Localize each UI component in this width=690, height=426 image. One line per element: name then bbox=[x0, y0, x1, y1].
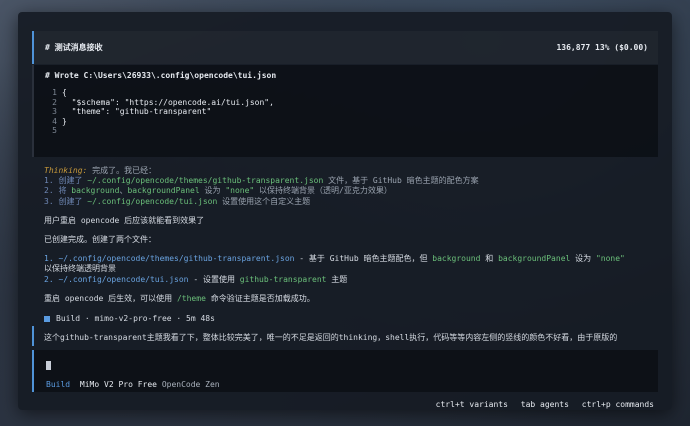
thinking-item-text: 设置使用这个自定义主题 bbox=[217, 196, 311, 206]
code-text: "theme": "github-transparent" bbox=[62, 107, 212, 117]
code-keyword: backgroundPanel bbox=[498, 254, 571, 264]
list-item: 2. ~/.config/opencode/tui.json - 设置使用 gi… bbox=[44, 275, 664, 285]
code-text: } bbox=[62, 116, 67, 126]
thinking-intro-text: 完成了。我已经： bbox=[87, 166, 157, 175]
restart-instruction: 重启 opencode 后生效，可以使用 /theme 命令验证主题是否加载成功… bbox=[44, 294, 664, 304]
list-text: - 基于 GitHub 暗色主题配色，但 bbox=[294, 254, 433, 264]
list-number: 2. bbox=[44, 274, 59, 284]
thinking-label: Thinking: bbox=[44, 166, 88, 175]
line-number: 4 bbox=[52, 116, 57, 126]
thinking-item-1: 1. 创建了 ~/.config/opencode/themes/github-… bbox=[44, 176, 664, 186]
thinking-item-prefix: 3. 创建了 bbox=[44, 196, 88, 206]
agents-hint[interactable]: tab agents bbox=[521, 400, 569, 409]
list-item: 1. ~/.config/opencode/themes/github-tran… bbox=[44, 254, 664, 264]
code-line: 4} bbox=[45, 117, 647, 127]
thinking-item-prefix: 1. 创建了 bbox=[44, 176, 88, 186]
tool-title: # Wrote C:\Users\26933\.config\opencode\… bbox=[45, 71, 277, 80]
list-number: 1. bbox=[44, 254, 59, 264]
code-keyword: background bbox=[432, 254, 481, 264]
code-keyword: "none" bbox=[225, 186, 255, 196]
file-path: ~/.config/opencode/tui.json bbox=[58, 274, 189, 284]
code-block: 1{ 2 "$schema": "https://opencode.ai/tui… bbox=[45, 88, 647, 136]
instruction-text: 重启 opencode 后生效，可以使用 bbox=[44, 293, 177, 303]
line-number: 1 bbox=[52, 88, 57, 97]
file-path: ~/.config/opencode/themes/github-transpa… bbox=[87, 176, 324, 186]
build-status: Build · mimo-v2-pro-free · 5m 48s bbox=[44, 314, 664, 324]
command-keyword: /theme bbox=[176, 293, 206, 303]
thinking-item-prefix: 2. 将 bbox=[44, 186, 72, 196]
commands-hint[interactable]: ctrl+p commands bbox=[582, 400, 654, 409]
token-usage: 136,877 13% ($0.00) bbox=[556, 43, 648, 52]
list-text: 设为 bbox=[570, 254, 596, 264]
code-keyword: background bbox=[71, 186, 120, 196]
instruction-text: 命令验证主题是否加载成功。 bbox=[205, 293, 315, 303]
code-keyword: github-transparent bbox=[239, 274, 327, 284]
line-number: 3 bbox=[52, 107, 57, 117]
session-header: # 测试消息接收 136,877 13% ($0.00) bbox=[32, 31, 658, 64]
thinking-intro: Thinking: 完成了。我已经： bbox=[44, 166, 664, 176]
code-line: 3 "theme": "github-transparent" bbox=[45, 107, 647, 117]
code-text: { bbox=[62, 88, 67, 97]
code-line: 5 bbox=[45, 126, 647, 136]
file-path: ~/.config/opencode/themes/github-transpa… bbox=[58, 254, 295, 264]
thinking-item-text: 文件，基于 GitHub 暗色主题的配色方案 bbox=[323, 176, 479, 186]
build-label: Build · mimo-v2-pro-free · 5m 48s bbox=[56, 314, 215, 324]
thinking-item-text: 以保持终端背景（透明/亚克力效果） bbox=[254, 186, 392, 196]
code-keyword: "none" bbox=[595, 254, 625, 264]
session-title: # 测试消息接收 bbox=[45, 43, 103, 52]
thinking-item-3: 3. 创建了 ~/.config/opencode/tui.json 设置使用这… bbox=[44, 197, 664, 207]
thinking-item-text: 设为 bbox=[199, 186, 226, 196]
model-name[interactable]: MiMo V2 Pro Free bbox=[80, 380, 157, 389]
code-line: 1{ bbox=[45, 88, 647, 98]
agent-mode[interactable]: Build bbox=[46, 380, 70, 389]
line-number: 5 bbox=[52, 126, 57, 136]
prompt-input[interactable]: Build MiMo V2 Pro Free OpenCode Zen bbox=[32, 350, 658, 392]
created-summary: 已创建完成。创建了两个文件： bbox=[44, 235, 156, 245]
code-text: "$schema": "https://opencode.ai/tui.json… bbox=[62, 97, 274, 107]
code-keyword: backgroundPanel bbox=[127, 186, 200, 196]
terminal-window: # 测试消息接收 136,877 13% ($0.00) # Wrote C:\… bbox=[18, 12, 672, 410]
list-text: 和 bbox=[480, 254, 499, 264]
tool-output-block: # Wrote C:\Users\26933\.config\opencode\… bbox=[32, 65, 658, 157]
model-info: Build MiMo V2 Pro Free OpenCode Zen bbox=[46, 380, 220, 389]
variants-hint[interactable]: ctrl+t variants bbox=[436, 400, 508, 409]
thinking-block: Thinking: 完成了。我已经： 1. 创建了 ~/.config/open… bbox=[44, 166, 664, 226]
code-line: 2 "$schema": "https://opencode.ai/tui.js… bbox=[45, 98, 647, 108]
line-number: 2 bbox=[52, 97, 57, 107]
list-item-continuation: 以保持终端透明背景 bbox=[44, 264, 116, 274]
restart-hint: 用户重启 opencode 后应该就能看到效果了 bbox=[44, 215, 205, 225]
file-path: ~/.config/opencode/tui.json bbox=[87, 196, 218, 206]
text-cursor bbox=[46, 361, 51, 370]
list-text: 主题 bbox=[326, 274, 348, 284]
assistant-message: Thinking: 完成了。我已经： 1. 创建了 ~/.config/open… bbox=[44, 166, 664, 324]
provider-name: OpenCode Zen bbox=[161, 380, 220, 389]
user-message: 这个github-transparent主题我看了下，整体比较完美了，唯一的不足… bbox=[32, 326, 658, 346]
thinking-item-2: 2. 将 background、backgroundPanel 设为 "none… bbox=[44, 186, 664, 196]
build-square-icon bbox=[44, 316, 50, 323]
keybind-hints: ctrl+t variants tab agents ctrl+p comman… bbox=[428, 400, 654, 409]
list-text: - 设置使用 bbox=[188, 274, 240, 284]
